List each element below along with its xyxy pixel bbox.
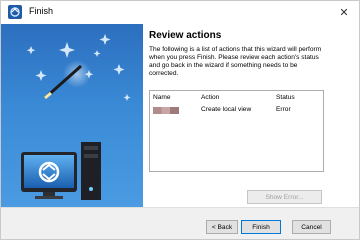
wizard-content: Review actions The following is a list o… bbox=[143, 24, 359, 207]
cancel-button[interactable]: Cancel bbox=[292, 220, 331, 234]
wizard-banner bbox=[1, 24, 143, 207]
wizard-app-icon bbox=[8, 5, 22, 19]
close-button[interactable]: ✕ bbox=[329, 1, 359, 23]
list-header: Name Action Status bbox=[150, 94, 323, 105]
actions-list[interactable]: Name Action Status Create local view Err… bbox=[149, 90, 324, 172]
footer-divider bbox=[1, 207, 359, 208]
column-header-action[interactable]: Action bbox=[201, 94, 219, 101]
finish-button[interactable]: Finish bbox=[241, 220, 281, 234]
window-title: Finish bbox=[29, 6, 54, 16]
wizard-window: Finish ✕ Review actions The following is… bbox=[0, 0, 360, 240]
list-item[interactable]: Create local view Error bbox=[150, 106, 323, 117]
description-line: when you press Finish. Please review eac… bbox=[149, 54, 319, 61]
back-button[interactable]: < Back bbox=[206, 220, 238, 234]
description-line: The following is a list of actions that … bbox=[149, 46, 322, 53]
column-header-status[interactable]: Status bbox=[276, 94, 295, 101]
list-item-action: Create local view bbox=[201, 106, 252, 113]
page-description: The following is a list of actions that … bbox=[149, 46, 334, 78]
title-bar: Finish ✕ bbox=[1, 1, 359, 24]
description-line: and go back in the wizard if something n… bbox=[149, 62, 298, 69]
column-header-name[interactable]: Name bbox=[153, 94, 171, 101]
list-item-status: Error bbox=[276, 106, 291, 113]
close-icon: ✕ bbox=[339, 6, 349, 19]
show-error-button[interactable]: Show Error... bbox=[247, 190, 322, 204]
description-line: corrected. bbox=[149, 70, 179, 77]
redacted-name bbox=[153, 107, 179, 114]
wizard-banner-illustration bbox=[21, 34, 131, 200]
page-title: Review actions bbox=[149, 30, 222, 41]
